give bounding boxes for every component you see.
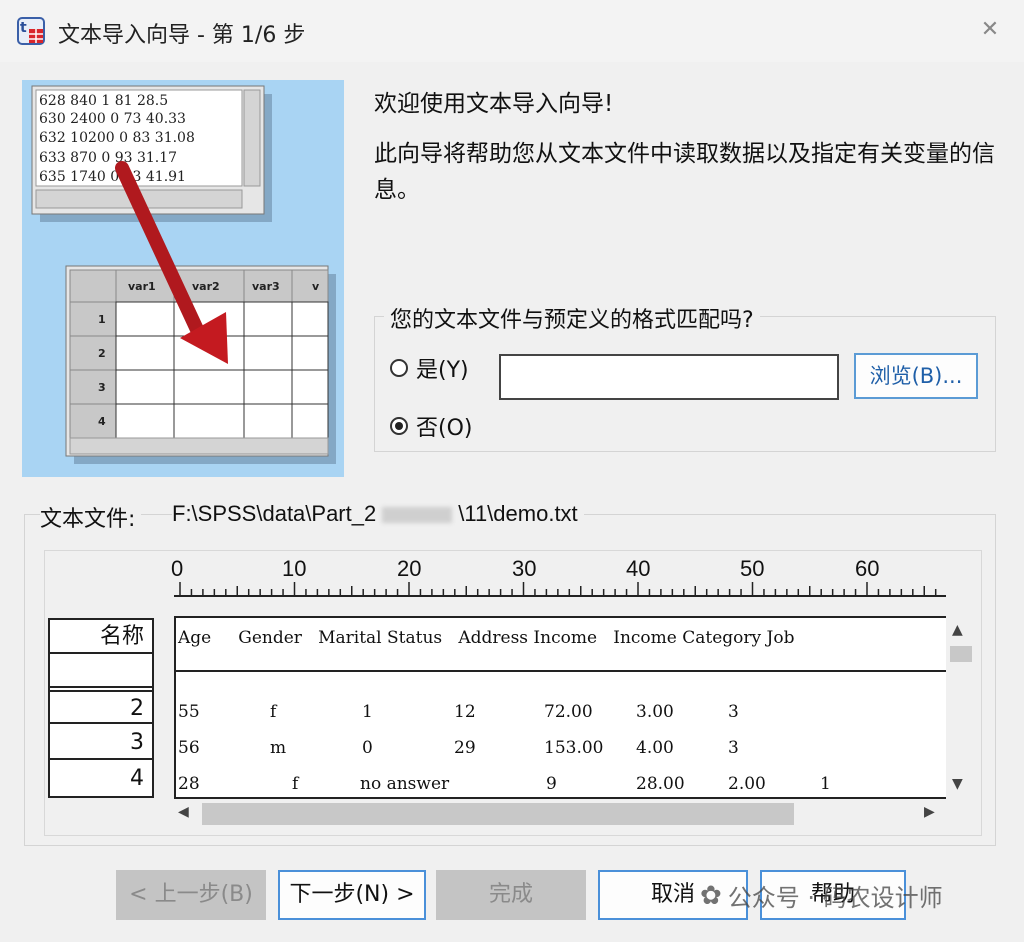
radio-no-label: 否(O) [416, 416, 473, 441]
ruler-label: 10 [282, 556, 307, 581]
row-name-column: 名称 2 3 4 [48, 618, 154, 798]
ruler-label: 0 [171, 556, 184, 581]
scroll-left-icon[interactable]: ◀ [178, 804, 189, 820]
window-title: 文本导入向导 - 第 1/6 步 [58, 23, 306, 48]
scroll-right-icon[interactable]: ▶ [924, 804, 935, 820]
back-button[interactable]: < 上一步(B) [116, 870, 266, 920]
illus-grid-row: 1 [98, 313, 106, 326]
cell: 153.00 [544, 738, 604, 758]
horizontal-scroll-thumb[interactable] [202, 803, 794, 825]
cell: 3.00 [636, 702, 674, 722]
cell: 28 [178, 774, 200, 794]
column-ruler[interactable] [174, 580, 946, 600]
wizard-description: 此向导将帮助您从文本文件中读取数据以及指定有关变量的信息。 [374, 141, 995, 203]
text-file-path: F:\SPSS\data\Part_2 \11\demo.txt [172, 501, 584, 527]
radio-no[interactable]: 否(O) [390, 410, 472, 442]
illus-text-line: 632 10200 0 83 31.08 [39, 130, 195, 146]
format-match-legend: 您的文本文件与预定义的格式匹配吗? [384, 302, 760, 334]
row-number: 3 [50, 726, 152, 760]
illus-text-line: 635 1740 0 83 41.91 [39, 169, 186, 185]
format-path-input[interactable] [499, 354, 839, 400]
path-suffix: \11\demo.txt [458, 501, 578, 526]
text-file-label: 文本文件: [40, 501, 142, 533]
data-preview-grid[interactable]: Age Gender Marital Status Address Income… [174, 616, 948, 799]
redacted-path-segment [382, 507, 453, 524]
vertical-scrollbar[interactable]: ▲ ▼ [946, 616, 976, 799]
illus-grid-header: var1 [128, 280, 156, 293]
vertical-scroll-thumb[interactable] [950, 646, 972, 662]
finish-button[interactable]: 完成 [436, 870, 586, 920]
scroll-up-icon[interactable]: ▲ [952, 622, 963, 638]
cell: 3 [728, 702, 739, 722]
horizontal-scrollbar[interactable]: ◀ ▶ [174, 799, 946, 829]
illus-grid-header: var2 [192, 280, 220, 293]
radio-yes-circle [390, 359, 408, 377]
wizard-illustration: 628 840 1 81 28.5 630 2400 0 73 40.33 63… [22, 80, 344, 477]
wechat-icon: ✿ [700, 880, 722, 911]
cell: m [270, 738, 287, 758]
ruler-label: 60 [855, 556, 880, 581]
cell: 29 [454, 738, 476, 758]
cell: 55 [178, 702, 200, 722]
spss-app-icon: t [17, 17, 45, 45]
illus-grid-header: v [312, 280, 320, 293]
illus-grid-row: 2 [98, 347, 106, 360]
cell: 1 [362, 702, 373, 722]
row-number [50, 654, 152, 688]
cell: 4.00 [636, 738, 674, 758]
illus-grid-header: var3 [252, 280, 280, 293]
illus-text-line: 628 840 1 81 28.5 [39, 93, 168, 109]
cell: f [292, 774, 299, 794]
preview-header-line: Age Gender Marital Status Address Income… [178, 628, 795, 648]
cell: f [270, 702, 277, 722]
illus-grid-row: 3 [98, 381, 106, 394]
name-column-header: 名称 [50, 620, 152, 654]
cell: 56 [178, 738, 200, 758]
cell: 0 [362, 738, 373, 758]
cell: 9 [546, 774, 557, 794]
title-bar: t 文本导入向导 - 第 1/6 步 ✕ [0, 0, 1024, 62]
scroll-down-icon[interactable]: ▼ [952, 776, 963, 792]
welcome-heading: 欢迎使用文本导入向导! [374, 91, 614, 117]
ruler-label: 30 [512, 556, 537, 581]
ruler-label: 50 [740, 556, 765, 581]
browse-button[interactable]: 浏览(B)... [854, 353, 978, 399]
svg-text:t: t [20, 20, 27, 36]
cell: 72.00 [544, 702, 593, 722]
cell: no answer [360, 774, 450, 794]
ruler-label: 20 [397, 556, 422, 581]
radio-no-circle [390, 417, 408, 435]
watermark-text: 公众号 · 码农设计师 [727, 884, 943, 912]
cell: 28.00 [636, 774, 685, 794]
ruler-label: 40 [626, 556, 651, 581]
cell: 2.00 [728, 774, 766, 794]
next-button[interactable]: 下一步(N) > [278, 870, 426, 920]
illus-text-line: 630 2400 0 73 40.33 [39, 111, 186, 127]
illus-text-line: 633 870 0 93 31.17 [39, 150, 177, 166]
row-number: 4 [130, 766, 144, 791]
radio-yes[interactable]: 是(Y) [390, 352, 469, 384]
cell: 1 [820, 774, 831, 794]
close-icon: ✕ [980, 17, 1000, 42]
illus-grid-row: 4 [98, 415, 106, 428]
row-number: 2 [50, 690, 152, 724]
illustration-graphic: 628 840 1 81 28.5 630 2400 0 73 40.33 63… [31, 85, 336, 464]
radio-yes-label: 是(Y) [416, 358, 469, 383]
cell: 3 [728, 738, 739, 758]
header-divider [176, 670, 946, 672]
path-prefix: F:\SPSS\data\Part_2 [172, 501, 377, 526]
watermark: ✿ 公众号 · 码农设计师 [700, 878, 943, 913]
cell: 12 [454, 702, 476, 722]
close-button[interactable]: ✕ [972, 14, 1008, 46]
